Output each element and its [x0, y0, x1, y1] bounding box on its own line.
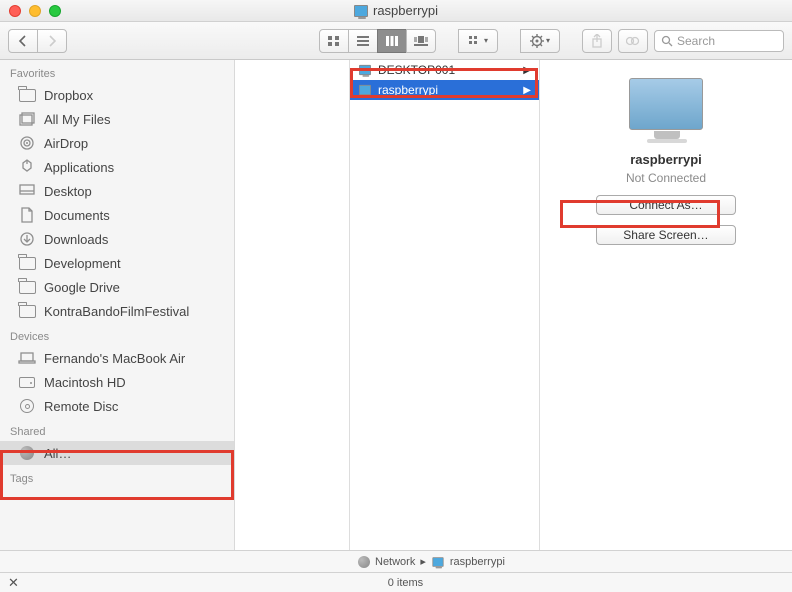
- sidebar-item-all-shared[interactable]: All…: [0, 441, 234, 465]
- search-field[interactable]: Search: [654, 30, 784, 52]
- sidebar-item-applications[interactable]: Applications: [0, 155, 234, 179]
- view-column-button[interactable]: [377, 29, 407, 53]
- sidebar-item-label: Dropbox: [44, 88, 93, 103]
- sidebar-item-macbook[interactable]: Fernando's MacBook Air: [0, 346, 234, 370]
- disc-icon: [18, 398, 36, 414]
- hd-icon: [18, 374, 36, 390]
- globe-icon: [18, 445, 36, 461]
- sidebar-item-label: KontraBandoFilmFestival: [44, 304, 189, 319]
- sidebar-item-label: Downloads: [44, 232, 108, 247]
- sidebar-item-all-my-files[interactable]: All My Files: [0, 107, 234, 131]
- sidebar-item-label: All…: [44, 446, 71, 461]
- sidebar-favorites-header: Favorites: [0, 60, 234, 83]
- computer-icon: [354, 5, 368, 17]
- view-icon-button[interactable]: [319, 29, 349, 53]
- main-area: Favorites Dropbox All My Files AirDrop A…: [0, 60, 792, 550]
- view-coverflow-button[interactable]: [406, 29, 436, 53]
- chevron-right-icon: ▸: [420, 555, 426, 568]
- search-icon: [661, 35, 673, 47]
- sidebar: Favorites Dropbox All My Files AirDrop A…: [0, 60, 235, 550]
- sidebar-item-development[interactable]: Development: [0, 251, 234, 275]
- sidebar-item-label: Development: [44, 256, 121, 271]
- sidebar-tags-header: Tags: [0, 465, 234, 488]
- laptop-icon: [18, 350, 36, 366]
- tags-button[interactable]: [618, 29, 648, 53]
- preview-pane: raspberrypi Not Connected Connect As… Sh…: [540, 60, 792, 550]
- desktop-icon: [18, 183, 36, 199]
- preview-title: raspberrypi: [630, 152, 702, 167]
- path-leaf[interactable]: raspberrypi: [450, 556, 505, 568]
- sidebar-item-label: Desktop: [44, 184, 92, 199]
- column-item-raspberrypi[interactable]: raspberrypi ▶: [350, 80, 539, 100]
- sidebar-item-label: Macintosh HD: [44, 375, 126, 390]
- status-bar: ✕ 0 items: [0, 572, 792, 592]
- sidebar-shared-header: Shared: [0, 418, 234, 441]
- column-list: DESKTOP001 ▶ raspberrypi ▶: [350, 60, 540, 550]
- connect-as-button[interactable]: Connect As…: [596, 195, 736, 215]
- airdrop-icon: [18, 135, 36, 151]
- zoom-window-button[interactable]: [49, 5, 61, 17]
- folder-icon: [18, 87, 36, 103]
- item-count: 0 items: [388, 577, 423, 589]
- sidebar-item-label: Google Drive: [44, 280, 120, 295]
- sidebar-item-google-drive[interactable]: Google Drive: [0, 275, 234, 299]
- titlebar: raspberrypi: [0, 0, 792, 22]
- folder-icon: [18, 279, 36, 295]
- nav-buttons: [8, 29, 67, 53]
- sidebar-item-label: Fernando's MacBook Air: [44, 351, 185, 366]
- sidebar-item-label: Documents: [44, 208, 110, 223]
- sidebar-item-label: Remote Disc: [44, 399, 118, 414]
- all-files-icon: [18, 111, 36, 127]
- chevron-right-icon: ▶: [523, 85, 531, 96]
- close-indicator-icon[interactable]: ✕: [8, 575, 19, 591]
- documents-icon: [18, 207, 36, 223]
- sidebar-item-downloads[interactable]: Downloads: [0, 227, 234, 251]
- window-title: raspberrypi: [373, 3, 438, 18]
- sidebar-item-label: AirDrop: [44, 136, 88, 151]
- sidebar-item-label: All My Files: [44, 112, 110, 127]
- chevron-right-icon: ▶: [523, 65, 531, 76]
- path-root[interactable]: Network: [375, 556, 415, 568]
- sidebar-item-airdrop[interactable]: AirDrop: [0, 131, 234, 155]
- sidebar-item-documents[interactable]: Documents: [0, 203, 234, 227]
- computer-icon: [432, 557, 443, 567]
- folder-icon: [18, 255, 36, 271]
- preview-status: Not Connected: [626, 171, 706, 185]
- applications-icon: [18, 159, 36, 175]
- path-bar: Network ▸ raspberrypi: [0, 550, 792, 572]
- arrange-button[interactable]: ▾: [458, 29, 498, 53]
- column-item-label: DESKTOP001: [378, 63, 455, 77]
- sidebar-item-label: Applications: [44, 160, 114, 175]
- view-list-button[interactable]: [348, 29, 378, 53]
- toolbar: ▾ ▾ Search: [0, 22, 792, 60]
- computer-icon: [359, 85, 371, 95]
- sidebar-item-macintosh-hd[interactable]: Macintosh HD: [0, 370, 234, 394]
- search-placeholder: Search: [677, 34, 715, 48]
- action-button[interactable]: ▾: [520, 29, 560, 53]
- column-item-label: raspberrypi: [378, 83, 438, 97]
- computer-preview-icon: [629, 78, 703, 130]
- column-item-desktop001[interactable]: DESKTOP001 ▶: [350, 60, 539, 80]
- downloads-icon: [18, 231, 36, 247]
- view-mode-buttons: [319, 29, 436, 53]
- sidebar-item-remote-disc[interactable]: Remote Disc: [0, 394, 234, 418]
- share-screen-button[interactable]: Share Screen…: [596, 225, 736, 245]
- minimize-window-button[interactable]: [29, 5, 41, 17]
- sidebar-item-kontrabando[interactable]: KontraBandoFilmFestival: [0, 299, 234, 323]
- folder-icon: [18, 303, 36, 319]
- forward-button[interactable]: [37, 29, 67, 53]
- empty-column: [235, 60, 350, 550]
- close-window-button[interactable]: [9, 5, 21, 17]
- sidebar-item-desktop[interactable]: Desktop: [0, 179, 234, 203]
- sidebar-item-dropbox[interactable]: Dropbox: [0, 83, 234, 107]
- back-button[interactable]: [8, 29, 38, 53]
- share-button[interactable]: [582, 29, 612, 53]
- sidebar-devices-header: Devices: [0, 323, 234, 346]
- window-controls: [9, 5, 61, 17]
- globe-icon: [358, 556, 370, 568]
- computer-icon: [359, 65, 371, 75]
